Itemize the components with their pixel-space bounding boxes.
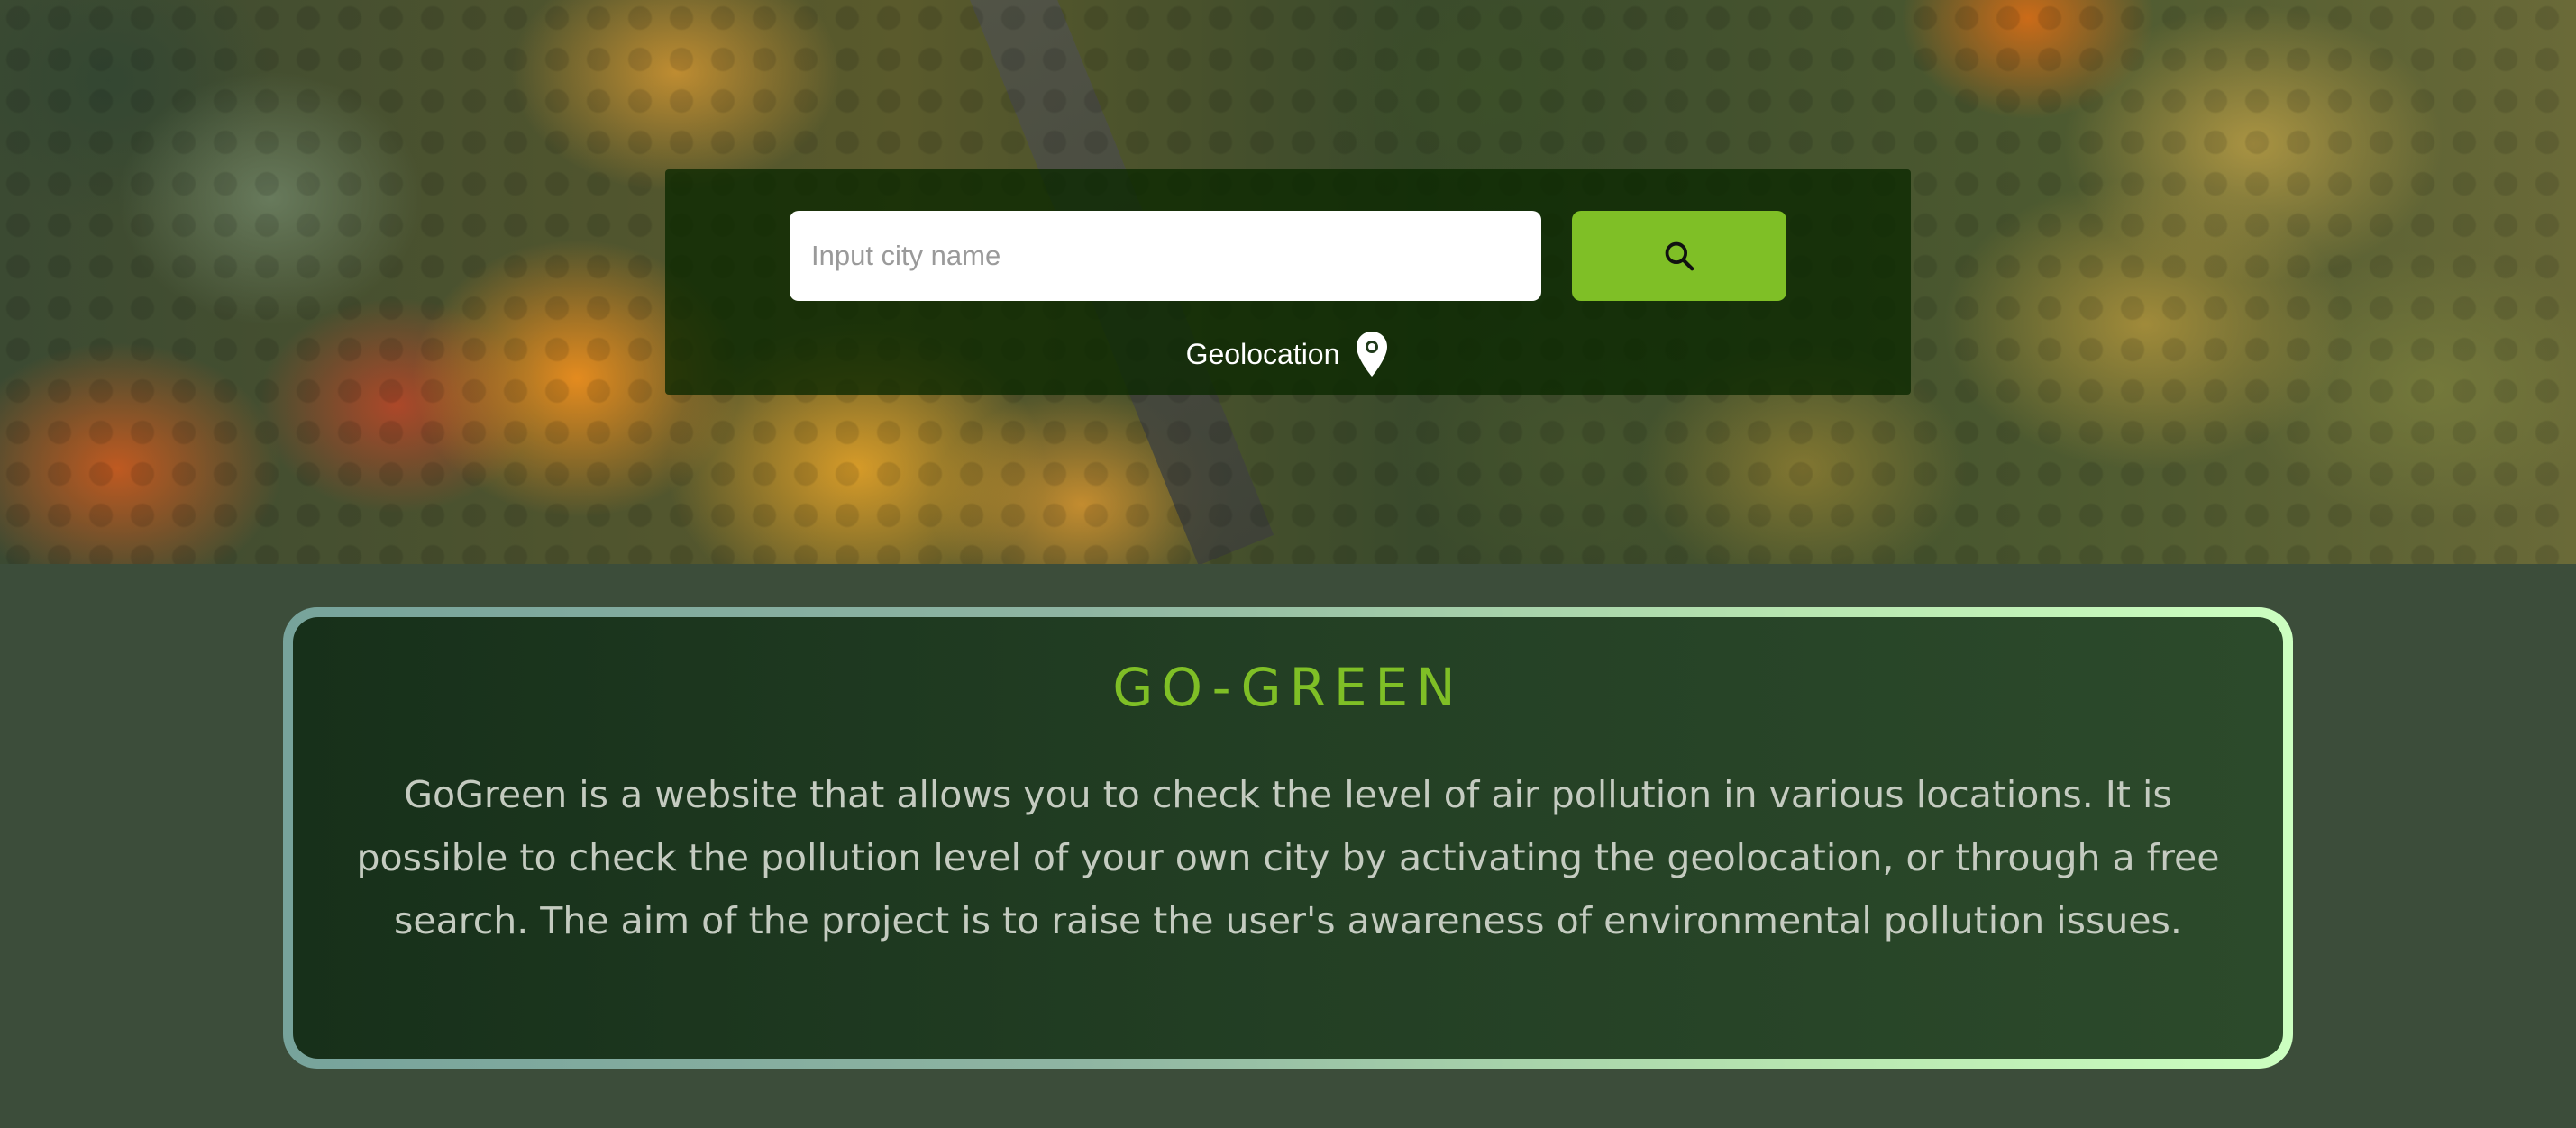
brand-title: GO-GREEN: [1112, 657, 1464, 718]
about-card: GO-GREEN GoGreen is a website that allow…: [283, 607, 2293, 1069]
search-icon: [1662, 239, 1696, 273]
geolocation-label: Geolocation: [1185, 337, 1340, 370]
project-description: GoGreen is a website that allows you to …: [356, 773, 2220, 942]
geolocation-button[interactable]: Geolocation: [665, 330, 1911, 378]
search-panel: Geolocation: [665, 169, 1911, 395]
map-pin-icon: [1354, 330, 1390, 378]
city-search-input[interactable]: [790, 211, 1541, 301]
about-card-body: GO-GREEN GoGreen is a website that allow…: [293, 617, 2283, 1059]
hero-forest-banner: Geolocation: [0, 0, 2576, 564]
search-button[interactable]: [1572, 211, 1786, 301]
